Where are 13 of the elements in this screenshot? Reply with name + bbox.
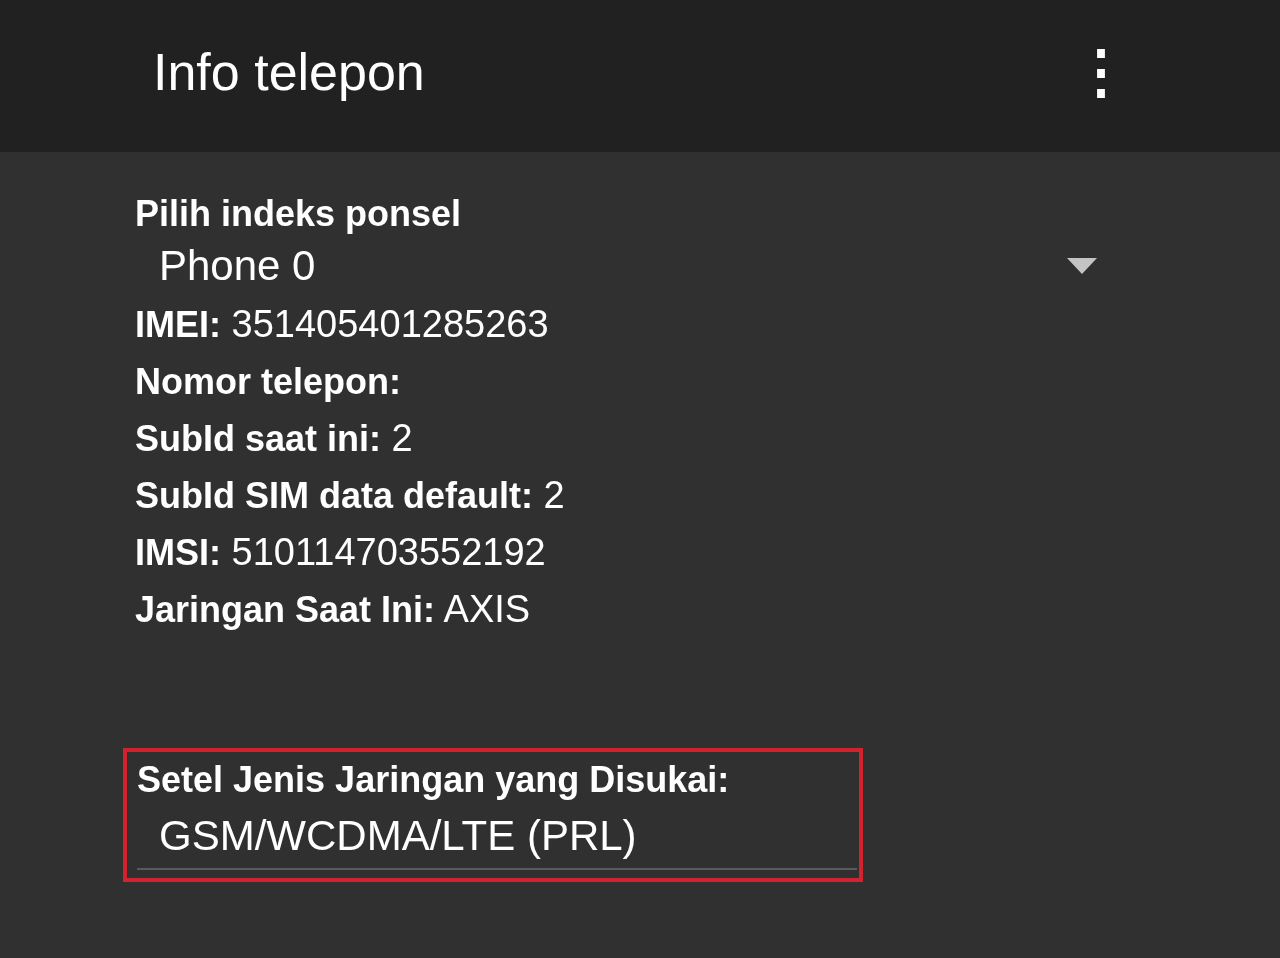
info-line: SubId saat ini: 2 [135,416,414,461]
phone-index-label: Pilih indeks ponsel [135,192,463,236]
info-line: IMSI: 510114703552192 [135,530,547,575]
info-line: IMEI: 351405401285263 [135,302,550,347]
network-type-dropdown[interactable]: GSM/WCDMA/LTE (PRL) [137,802,857,870]
more-options-button[interactable]: ⋮ [1064,43,1138,101]
phone-index-dropdown[interactable]: Phone 0 [135,236,1097,296]
info-line: Jaringan Saat Ini: AXIS [135,587,532,632]
info-line: SubId SIM data default: 2 [135,473,566,518]
screen-title: Info telepon [153,42,425,102]
info-line: Nomor telepon: [135,360,402,404]
caret-icon [1067,258,1097,274]
network-type-label: Setel Jenis Jaringan yang Disukai: [137,758,731,802]
